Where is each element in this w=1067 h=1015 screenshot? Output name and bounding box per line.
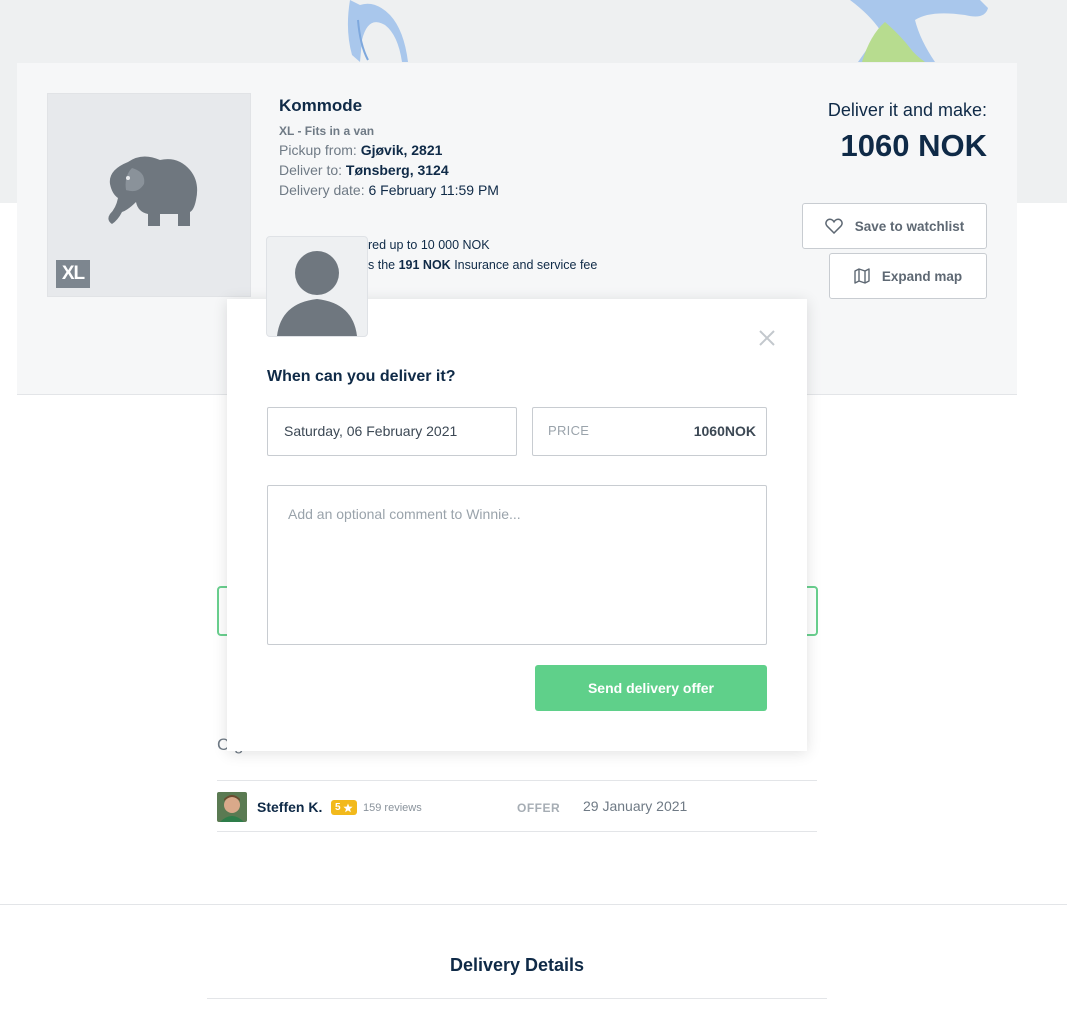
recipient-avatar bbox=[266, 236, 368, 337]
comment-input[interactable] bbox=[267, 485, 767, 645]
expand-map-button[interactable]: Expand map bbox=[829, 253, 987, 299]
date-line: Delivery date: 6 February 11:59 PM bbox=[279, 182, 499, 198]
fee-suffix: Insurance and service fee bbox=[454, 258, 598, 272]
offer-row[interactable]: Steffen K. 5 159 reviews OFFER 29 Januar… bbox=[217, 780, 817, 832]
pickup-label: Pickup from: bbox=[279, 142, 357, 158]
rating-badge: 5 bbox=[331, 800, 357, 815]
offer-date: 29 January 2021 bbox=[583, 798, 688, 814]
reviews-count: 159 reviews bbox=[363, 802, 422, 814]
send-delivery-offer-button[interactable]: Send delivery offer bbox=[535, 665, 767, 711]
close-icon[interactable] bbox=[757, 328, 777, 348]
offer-type: OFFER bbox=[517, 801, 561, 815]
map-label: Expand map bbox=[881, 268, 963, 284]
item-image: XL bbox=[47, 93, 251, 297]
star-icon bbox=[342, 803, 353, 812]
fee-line: s the 191 NOK Insurance and service fee bbox=[368, 258, 597, 272]
user-silhouette-icon bbox=[277, 251, 357, 336]
pickup-value: Gjøvik, 2821 bbox=[360, 142, 443, 158]
earn-value: 1060 NOK bbox=[840, 128, 987, 163]
price-label: PRICE bbox=[548, 423, 590, 438]
date-label: Delivery date: bbox=[279, 182, 365, 198]
avatar-image bbox=[217, 792, 247, 822]
pickup-line: Pickup from: Gjøvik, 2821 bbox=[279, 142, 442, 158]
price-value[interactable]: 1060NOK bbox=[694, 423, 756, 439]
delivery-details-heading: Delivery Details bbox=[449, 955, 585, 975]
avatar bbox=[217, 792, 247, 822]
divider bbox=[0, 904, 1067, 905]
fee-prefix: s the bbox=[368, 258, 396, 272]
watchlist-label: Save to watchlist bbox=[854, 218, 965, 234]
delivery-date-picker[interactable]: Saturday, 06 February 2021 bbox=[267, 407, 517, 456]
deliver-value: Tønsberg, 3124 bbox=[345, 162, 449, 178]
fee-amount: 191 NOK bbox=[398, 258, 451, 272]
heart-outline-icon bbox=[824, 218, 843, 234]
deliver-line: Deliver to: Tønsberg, 3124 bbox=[279, 162, 449, 178]
modal-question: When can you deliver it? bbox=[267, 368, 456, 385]
offer-user-name[interactable]: Steffen K. bbox=[257, 799, 322, 815]
earn-label: Deliver it and make: bbox=[827, 100, 987, 120]
date-value: 6 February 11:59 PM bbox=[368, 182, 499, 198]
rating-value: 5 bbox=[335, 802, 341, 813]
size-label: XL - Fits in a van bbox=[279, 124, 375, 138]
size-badge: XL bbox=[56, 260, 90, 288]
price-field[interactable]: PRICE 1060NOK bbox=[532, 407, 767, 456]
save-to-watchlist-button[interactable]: Save to watchlist bbox=[802, 203, 987, 249]
item-title: Kommode bbox=[279, 96, 363, 115]
insurance-text: red up to 10 000 NOK bbox=[368, 238, 490, 252]
elephant-icon bbox=[108, 156, 198, 226]
deliver-label: Deliver to: bbox=[279, 162, 343, 178]
divider bbox=[207, 998, 827, 999]
map-icon bbox=[854, 268, 870, 284]
